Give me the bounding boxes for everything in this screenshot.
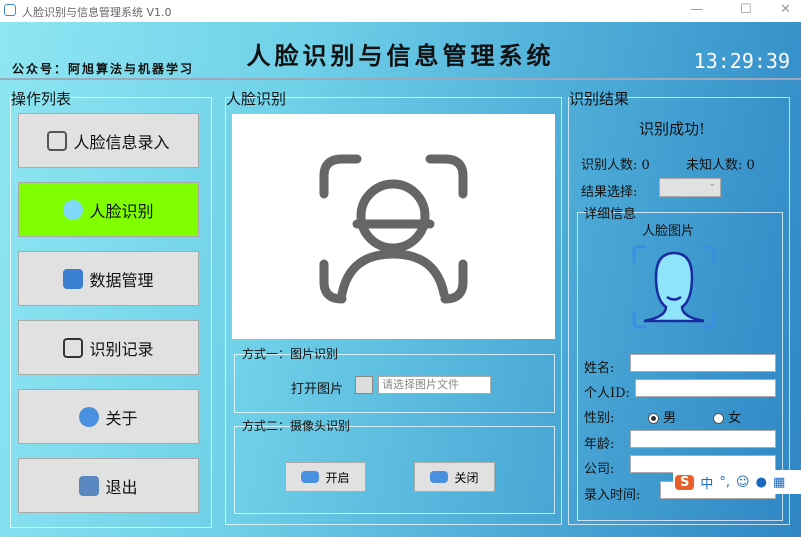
keyboard-icon[interactable]: ▦ <box>773 475 785 490</box>
result-status: 识别成功! <box>639 120 706 138</box>
male-label: 男 <box>663 411 677 426</box>
unknown-count: 未知人数: 0 <box>686 154 755 173</box>
face-image-label: 人脸图片 <box>642 224 695 239</box>
close-button[interactable]: ✕ <box>780 2 791 17</box>
nav-face-recognition[interactable]: 人脸识别 <box>18 182 199 237</box>
nav-face-entry[interactable]: 人脸信息录入 <box>18 113 199 168</box>
label: 识别人数: <box>581 158 638 173</box>
image-path-input[interactable]: 请选择图片文件 <box>378 376 491 394</box>
ime-mode[interactable]: 中 <box>700 473 713 492</box>
nav-about[interactable]: 关于 <box>18 389 199 444</box>
face-scan-icon <box>319 154 468 304</box>
app-icon <box>4 4 16 16</box>
list-icon <box>63 337 84 358</box>
name-label: 姓名: <box>584 361 615 376</box>
result-panel: 识别结果 识别成功! 识别人数: 0 未知人数: 0 结果选择: ⌄ 详细信息 … <box>568 90 790 525</box>
nav-label: 人脸信息录入 <box>73 132 170 152</box>
recognition-panel: 人脸识别 方式一：图片识别 打开图片 请选择图片文件 方式二：摄像头识别 开启 … <box>225 90 562 525</box>
minimize-button[interactable]: — <box>690 2 703 17</box>
value: 0 <box>746 158 755 173</box>
clock: 13:29:39 <box>693 49 790 73</box>
female-label: 女 <box>728 411 742 426</box>
select-label: 结果选择: <box>581 185 638 200</box>
label: 未知人数: <box>686 158 743 173</box>
age-label: 年龄: <box>584 437 615 452</box>
users-icon <box>79 406 100 427</box>
main-window: 人脸识别与信息管理系统 公众号：阿旭算法与机器学习 13:29:39 操作列表 … <box>0 22 801 537</box>
nav-label: 人脸识别 <box>89 201 154 221</box>
camera-off-icon <box>430 471 449 483</box>
nav-label: 识别记录 <box>89 339 154 359</box>
camera-stop-button[interactable]: 关闭 <box>414 462 495 492</box>
company-label: 公司: <box>584 462 615 477</box>
ime-logo-icon: S <box>675 474 695 490</box>
detail-title: 详细信息 <box>584 207 637 222</box>
radio-icon <box>648 413 659 424</box>
recognized-count: 识别人数: 0 <box>581 154 650 173</box>
result-select[interactable]: ⌄ <box>659 178 721 197</box>
subtitle: 公众号：阿旭算法与机器学习 <box>12 62 195 76</box>
method1-group: 方式一：图片识别 打开图片 请选择图片文件 <box>234 347 555 413</box>
gender-label: 性别: <box>584 411 615 426</box>
nav-exit[interactable]: 退出 <box>18 458 199 513</box>
ime-toolbar[interactable]: S 中 °, ☺ ● ▦ <box>673 470 801 494</box>
nav-records[interactable]: 识别记录 <box>18 320 199 375</box>
gender-male-radio[interactable]: 男 <box>648 407 676 426</box>
face-avatar-icon <box>632 245 716 329</box>
start-label: 开启 <box>325 470 350 485</box>
nav-panel: 操作列表 人脸信息录入 人脸识别 数据管理 识别记录 关于 退出 <box>10 90 212 528</box>
title-bar: 人脸识别与信息管理系统 V1.0 — ☐ ✕ <box>0 0 801 22</box>
nav-data-management[interactable]: 数据管理 <box>18 251 199 306</box>
emoji-icon[interactable]: ☺ <box>736 475 750 490</box>
mic-icon[interactable]: ● <box>756 475 767 490</box>
nav-label: 关于 <box>105 408 138 428</box>
id-label: 个人ID: <box>584 386 630 401</box>
image-display <box>232 114 555 339</box>
nav-label: 数据管理 <box>89 270 154 290</box>
maximize-button[interactable]: ☐ <box>740 2 752 17</box>
camera-start-button[interactable]: 开启 <box>285 462 366 492</box>
radio-icon <box>713 413 724 424</box>
face-icon <box>63 199 84 220</box>
ime-punct[interactable]: °, <box>719 475 730 490</box>
gender-female-radio[interactable]: 女 <box>713 407 741 426</box>
camera-icon <box>301 471 320 483</box>
method2-title: 方式二：摄像头识别 <box>242 419 351 433</box>
window-title: 人脸识别与信息管理系统 V1.0 <box>22 6 172 19</box>
method1-title: 方式一：图片识别 <box>242 347 339 361</box>
exit-icon <box>79 475 100 496</box>
database-icon <box>63 268 84 289</box>
id-input[interactable] <box>635 379 776 397</box>
recognition-title: 人脸识别 <box>226 90 287 108</box>
age-input[interactable] <box>630 430 776 448</box>
image-icon[interactable] <box>355 376 373 394</box>
method2-group: 方式二：摄像头识别 开启 关闭 <box>234 419 555 514</box>
result-title: 识别结果 <box>569 90 630 108</box>
nav-label: 退出 <box>105 477 138 497</box>
divider <box>0 78 801 80</box>
time-label: 录入时间: <box>584 488 641 503</box>
open-image-label: 打开图片 <box>291 382 344 397</box>
nav-title: 操作列表 <box>11 90 72 108</box>
stop-label: 关闭 <box>454 470 479 485</box>
name-input[interactable] <box>630 354 776 372</box>
edit-icon <box>47 130 68 151</box>
value: 0 <box>641 158 650 173</box>
